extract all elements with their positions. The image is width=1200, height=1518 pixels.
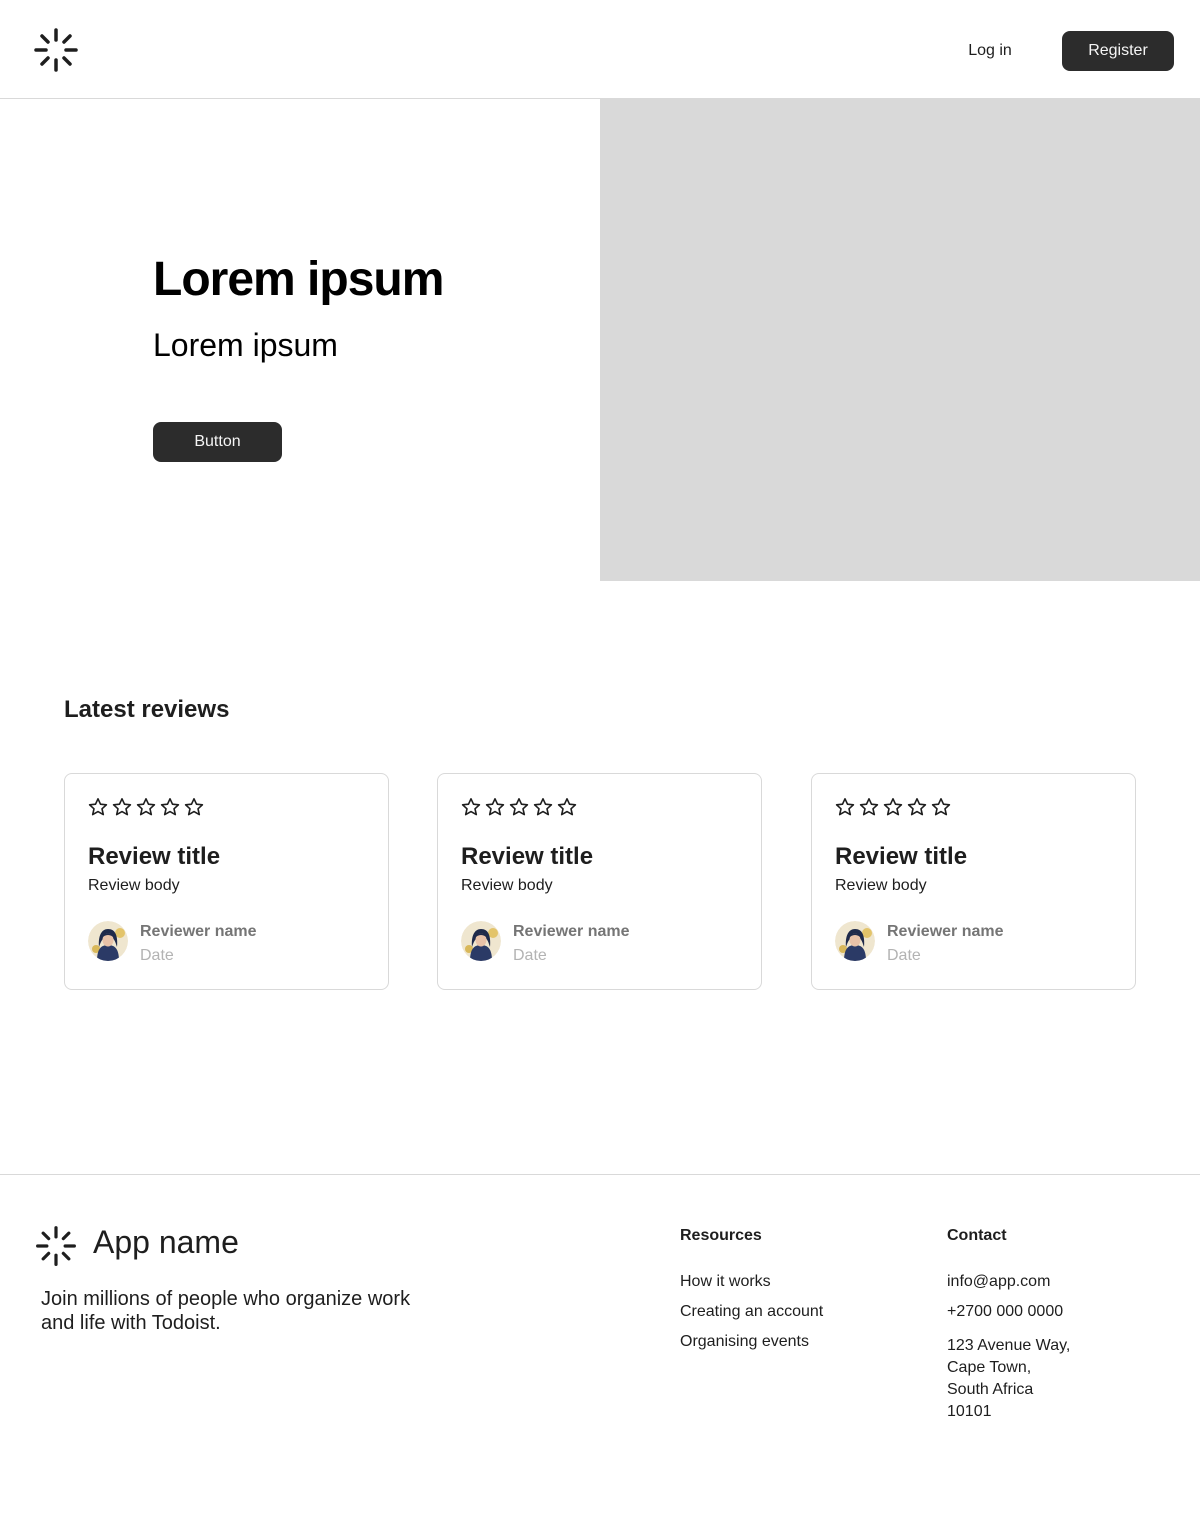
reviews-heading: Latest reviews: [64, 696, 230, 723]
avatar-image: [461, 921, 501, 961]
avatar: [461, 921, 501, 961]
footer-tagline: Join millions of people who organize wor…: [41, 1288, 411, 1334]
review-body: Review body: [88, 877, 180, 894]
address-line: Cape Town,: [947, 1359, 1032, 1376]
avatar-image: [835, 921, 875, 961]
app-name: App name: [93, 1224, 239, 1260]
address-line: South Africa: [947, 1381, 1034, 1398]
star-icon: [88, 798, 108, 816]
reviewer-name: Reviewer name: [513, 923, 630, 940]
hero-subtitle: Lorem ipsum: [153, 327, 338, 363]
star-icon: [883, 798, 903, 816]
star-icon: [461, 798, 481, 816]
avatar: [88, 921, 128, 961]
star-icon: [859, 798, 879, 816]
star-rating: [835, 797, 951, 817]
avatar: [835, 921, 875, 961]
contact-email[interactable]: info@app.com: [947, 1273, 1050, 1291]
review-date: Date: [887, 947, 921, 964]
review-title: Review title: [461, 843, 594, 870]
review-body: Review body: [461, 877, 553, 894]
star-icon: [184, 798, 204, 816]
star-icon: [509, 798, 529, 816]
review-title: Review title: [835, 843, 968, 870]
star-icon: [112, 798, 132, 816]
review-card: Review title Review body Reviewer name D…: [811, 773, 1136, 990]
login-button[interactable]: Log in: [950, 31, 1030, 71]
reviewer-name: Reviewer name: [887, 923, 1004, 940]
star-icon: [485, 798, 505, 816]
footer-link-how-it-works[interactable]: How it works: [680, 1273, 771, 1291]
footer-link-creating-account[interactable]: Creating an account: [680, 1303, 823, 1321]
contact-address: 123 Avenue Way, Cape Town, South Africa …: [947, 1335, 1070, 1423]
address-line: 10101: [947, 1403, 992, 1420]
footer-link-organising-events[interactable]: Organising events: [680, 1333, 809, 1351]
star-icon: [533, 798, 553, 816]
star-icon: [136, 798, 156, 816]
contact-phone[interactable]: +2700 000 0000: [947, 1303, 1063, 1321]
star-icon: [160, 798, 180, 816]
hero-image-placeholder: [600, 99, 1200, 581]
address-line: 123 Avenue Way,: [947, 1337, 1071, 1354]
resources-heading: Resources: [680, 1227, 762, 1244]
review-date: Date: [140, 947, 174, 964]
star-icon: [931, 798, 951, 816]
hero-title: Lorem ipsum: [153, 253, 444, 306]
spinner-burst-icon: [36, 1226, 76, 1266]
review-date: Date: [513, 947, 547, 964]
review-body: Review body: [835, 877, 927, 894]
review-title: Review title: [88, 843, 221, 870]
spinner-burst-icon[interactable]: [32, 26, 80, 74]
star-icon: [557, 798, 577, 816]
star-rating: [461, 797, 577, 817]
reviewer-name: Reviewer name: [140, 923, 257, 940]
review-card: Review title Review body Reviewer name D…: [437, 773, 762, 990]
site-footer: App name Join millions of people who org…: [0, 1174, 1200, 1518]
review-card: Review title Review body Reviewer name D…: [64, 773, 389, 990]
site-header: Log in Register: [0, 0, 1200, 99]
star-icon: [835, 798, 855, 816]
avatar-image: [88, 921, 128, 961]
register-button[interactable]: Register: [1062, 31, 1174, 71]
contact-heading: Contact: [947, 1227, 1007, 1244]
star-rating: [88, 797, 204, 817]
hero-button[interactable]: Button: [153, 422, 282, 462]
star-icon: [907, 798, 927, 816]
